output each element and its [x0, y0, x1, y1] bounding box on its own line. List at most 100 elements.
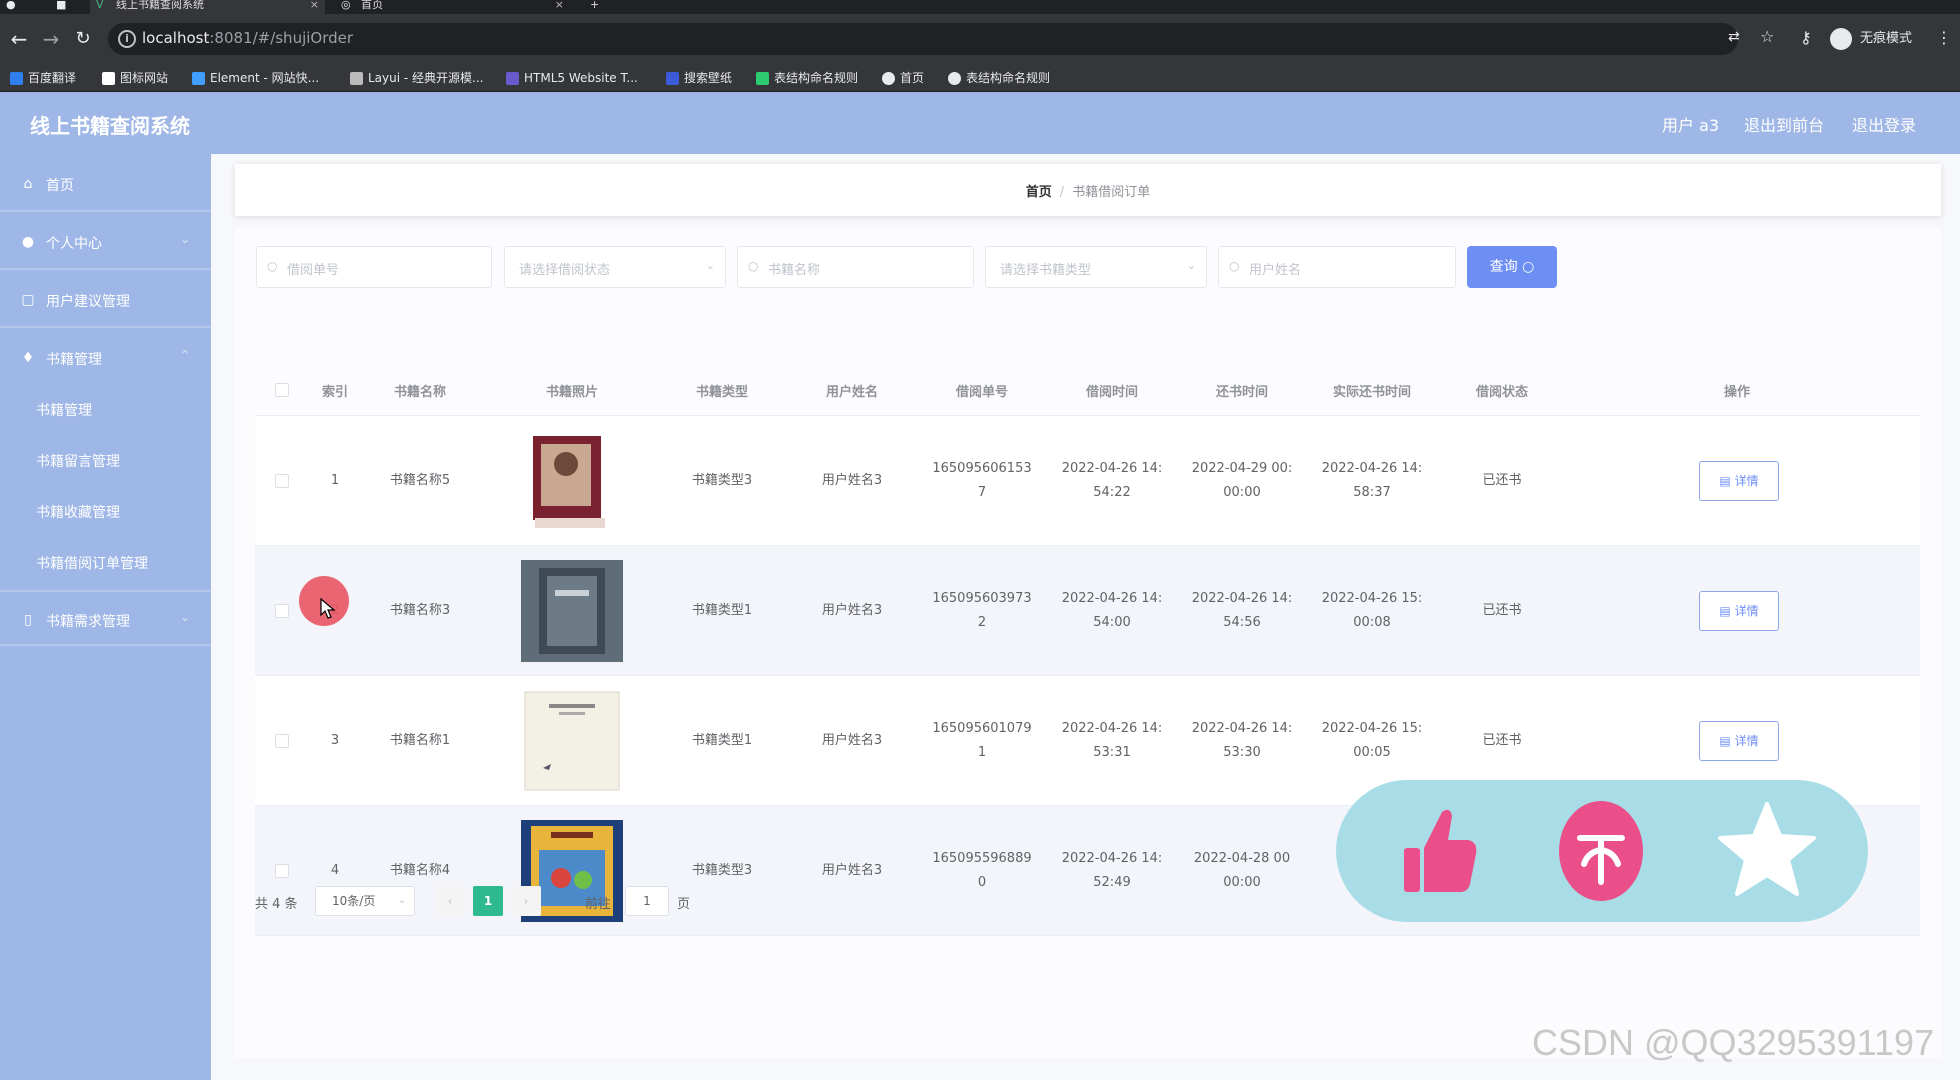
wallpaper-icon: [666, 72, 679, 85]
more-vert-icon[interactable]: ⋮: [1936, 28, 1952, 47]
row-checkbox[interactable]: [275, 604, 289, 618]
reload-icon[interactable]: ↻: [70, 26, 96, 52]
back-icon[interactable]: ←: [6, 26, 32, 52]
status-select[interactable]: 请选择借阅状态 ⌄: [504, 246, 726, 288]
row-checkbox[interactable]: [275, 734, 289, 748]
detail-button[interactable]: ▤ 详情: [1699, 591, 1779, 631]
logout-link[interactable]: 退出登录: [1852, 112, 1916, 136]
url-text: localhost:8081/#/shujiOrder: [142, 29, 354, 47]
goto-page-input[interactable]: 1: [625, 886, 669, 916]
select-all-checkbox[interactable]: [275, 383, 289, 397]
cell-borrow-time: 2022-04-26 14: 52:49: [1061, 851, 1163, 890]
next-page-button[interactable]: ›: [511, 886, 541, 916]
chevron-down-icon: ⌄: [180, 232, 191, 246]
bookmark-item[interactable]: 表结构命名规则: [756, 70, 858, 86]
reaction-overlay: [1336, 780, 1868, 922]
sidebar-subitem-book-favorites[interactable]: 书籍收藏管理: [0, 486, 211, 536]
column-header: 书籍名称: [393, 385, 446, 400]
bookmark-item[interactable]: HTML5 Website T...: [506, 70, 638, 86]
main-area: 首页 / 书籍借阅订单 ○ 借阅单号 请选择借阅状态 ⌄ ○ 书籍名称 请选择书籍类…: [211, 154, 1960, 1080]
cell-book-name: 书籍名称4: [389, 863, 451, 878]
forward-icon[interactable]: →: [38, 26, 64, 52]
cell-actual-return-time: 2022-04-26 15: 00:05: [1321, 721, 1423, 760]
row-checkbox[interactable]: [275, 474, 289, 488]
breadcrumb: 首页 / 书籍借阅订单: [235, 164, 1941, 216]
bookmark-item[interactable]: 首页: [882, 70, 924, 86]
site-info-icon[interactable]: i: [118, 30, 136, 48]
app-title: 线上书籍查阅系统: [30, 114, 190, 138]
column-header: 借阅状态: [1475, 385, 1528, 400]
book-type-select[interactable]: 请选择书籍类型 ⌄: [985, 246, 1207, 288]
prev-page-button[interactable]: ‹: [435, 886, 465, 916]
sidebar-item-home[interactable]: ⌂ 首页: [0, 156, 211, 212]
user-name-link[interactable]: 用户 a3: [1662, 112, 1719, 136]
cell-user-name: 用户姓名3: [821, 473, 883, 488]
search-icon: ○: [1522, 259, 1535, 275]
cell-book-type: 书籍类型3: [691, 473, 753, 488]
new-tab-button[interactable]: +: [584, 0, 610, 14]
coin-icon[interactable]: [1548, 798, 1654, 904]
detail-button[interactable]: ▤ 详情: [1699, 461, 1779, 501]
close-icon[interactable]: ×: [310, 0, 319, 10]
to-front-link[interactable]: 退出到前台: [1744, 112, 1824, 136]
browser-menu-tab[interactable]: ●: [0, 0, 40, 14]
bookmark-item[interactable]: 百度翻译: [10, 70, 76, 86]
app-header: 线上书籍查阅系统 用户 a3 退出到前台 退出登录: [0, 92, 1960, 154]
chevron-left-icon: ‹: [447, 894, 453, 908]
book-photo[interactable]: [521, 560, 623, 662]
bookmark-item[interactable]: Element - 网站快...: [192, 70, 319, 86]
chevron-down-icon: ⌄: [705, 259, 715, 272]
cell-status: 已还书: [1482, 603, 1522, 618]
star-icon[interactable]: [1714, 798, 1820, 904]
page-number-button[interactable]: 1: [473, 886, 503, 916]
search-icon: ○: [1229, 259, 1240, 273]
tab-title: 首页: [361, 0, 383, 11]
sidebar-subitem-borrow-orders[interactable]: 书籍借阅订单管理: [0, 537, 211, 587]
sidebar-subitem-book-comments[interactable]: 书籍留言管理: [0, 435, 211, 485]
chevron-down-icon: ⌄: [397, 895, 406, 906]
bookmark-item[interactable]: 表结构命名规则: [948, 70, 1050, 86]
breadcrumb-home[interactable]: 首页: [1026, 185, 1052, 200]
bookmarks-bar: 百度翻译 图标网站 Element - 网站快... Layui - 经典开源模…: [0, 64, 1960, 92]
sidebar-item-books[interactable]: ♦ 书籍管理 ⌃: [0, 330, 211, 386]
sidebar-subitem-book-manage[interactable]: 书籍管理: [0, 384, 211, 434]
chevron-down-icon: ⌄: [180, 610, 191, 624]
cell-book-type: 书籍类型1: [691, 733, 753, 748]
table-icon: [756, 72, 769, 85]
address-bar[interactable]: i localhost:8081/#/shujiOrder ⇄ ☆: [108, 23, 1774, 55]
order-no-input[interactable]: ○ 借阅单号: [256, 246, 492, 288]
mouse-cursor-icon: [320, 598, 336, 619]
close-icon[interactable]: ×: [555, 0, 564, 10]
detail-button[interactable]: ▤ 详情: [1699, 721, 1779, 761]
page-size-select[interactable]: 10条/页 ⌄: [315, 886, 415, 916]
column-header: 实际还书时间: [1332, 385, 1411, 400]
book-photo[interactable]: [521, 430, 623, 532]
bookmark-item[interactable]: Layui - 经典开源模...: [350, 70, 483, 86]
pinned-tab[interactable]: ■: [50, 0, 80, 14]
thumbs-up-icon[interactable]: [1384, 798, 1490, 904]
bookmark-item[interactable]: 搜索壁纸: [666, 70, 732, 86]
tab-app[interactable]: V 线上书籍查阅系统 ×: [90, 0, 325, 14]
sidebar-item-profile[interactable]: ● 个人中心 ⌄: [0, 214, 211, 270]
star-icon[interactable]: ☆: [1760, 27, 1774, 46]
key-icon[interactable]: ⚷: [1800, 28, 1812, 47]
cell-return-time: 2022-04-26 14: 54:56: [1191, 591, 1293, 630]
tab-home[interactable]: ◎ 首页 ×: [335, 0, 570, 14]
translate-icon: [10, 72, 23, 85]
book-photo[interactable]: [521, 690, 623, 792]
cell-borrow-time: 2022-04-26 14: 53:31: [1061, 721, 1163, 760]
column-header: 书籍照片: [545, 385, 598, 400]
row-checkbox[interactable]: [275, 864, 289, 878]
cell-book-name: 书籍名称1: [389, 733, 451, 748]
sidebar-item-book-requests[interactable]: ▯ 书籍需求管理 ⌄: [0, 590, 211, 646]
search-button[interactable]: 查询 ○: [1467, 246, 1557, 288]
user-name-input[interactable]: ○ 用户姓名: [1218, 246, 1456, 288]
book-name-input[interactable]: ○ 书籍名称: [737, 246, 974, 288]
translate-icon[interactable]: ⇄: [1728, 29, 1740, 45]
sidebar-item-suggestions[interactable]: ▢ 用户建议管理: [0, 272, 211, 328]
bookmark-item[interactable]: 图标网站: [102, 70, 168, 86]
breadcrumb-separator: /: [1059, 185, 1065, 200]
incognito-indicator[interactable]: 无痕模式: [1830, 26, 1912, 52]
cell-actual-return-time: 2022-04-26 15: 00:08: [1321, 591, 1423, 630]
book-icon: ♦: [21, 350, 35, 366]
